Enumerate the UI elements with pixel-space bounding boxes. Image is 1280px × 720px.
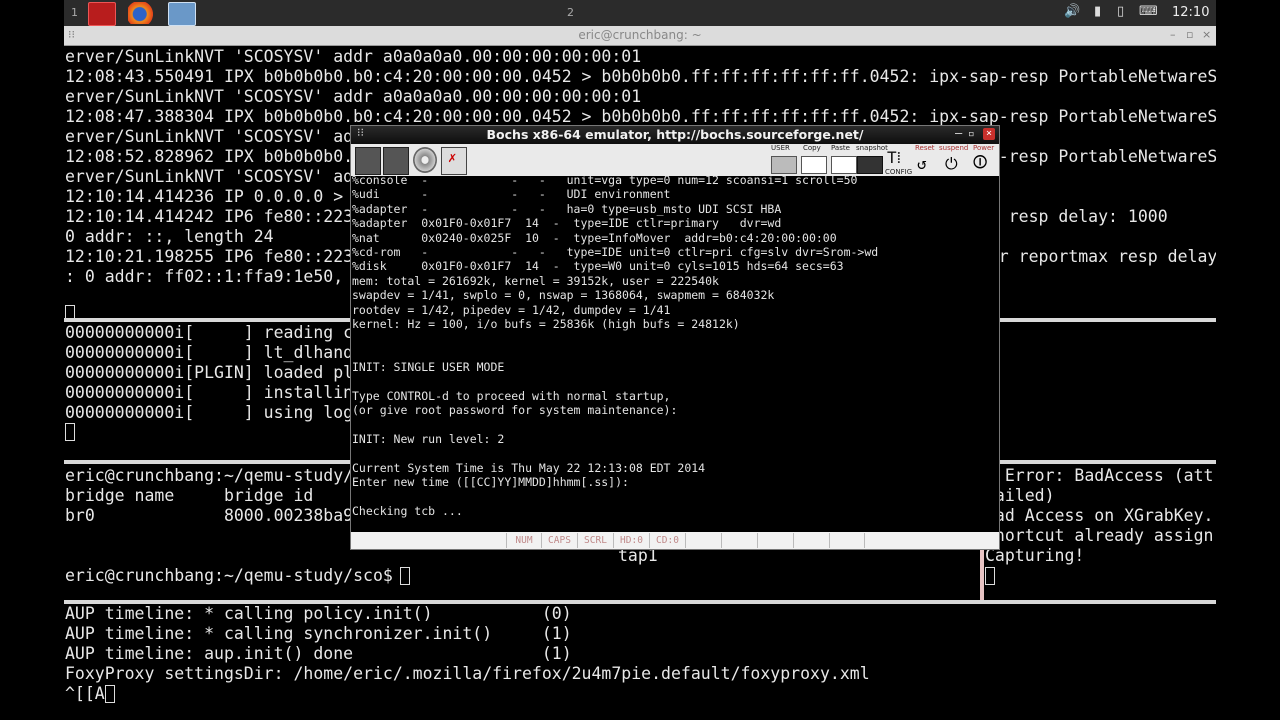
pillarbox-left — [0, 0, 64, 720]
pillarbox-right — [1216, 0, 1280, 720]
text-cursor — [65, 305, 75, 318]
copy-button[interactable] — [801, 156, 827, 174]
terminal-launcher-icon[interactable] — [88, 2, 116, 26]
output-line: AUP timeline: aup.init() done (1) — [65, 644, 572, 663]
workspace-2-label[interactable]: 2 — [567, 6, 574, 19]
vga-line: Checking tcb ... — [352, 504, 463, 519]
bochs-statusbar: NUM CAPS SCRL HD:0 CD:0 — [351, 532, 999, 549]
status-cell — [793, 533, 829, 548]
maximize-button[interactable]: ▫ — [1186, 28, 1193, 41]
copy-label: Copy — [803, 144, 821, 152]
vga-line: %adapter - - - ha=0 type=usb_msto UDI SC… — [352, 201, 782, 216]
output-line: FoxyProxy settingsDir: /home/eric/.mozil… — [65, 664, 870, 683]
vga-line: %adapter 0x01F0-0x01F7 14 - type=IDE ctl… — [352, 216, 782, 231]
text-cursor — [985, 567, 995, 585]
output-line: erver/SunLinkNVT 'SCOSYSV' addr a0a0a0a0… — [65, 87, 642, 106]
firefox-icon[interactable] — [128, 2, 154, 24]
close-button[interactable]: × — [1202, 28, 1211, 41]
output-line: AUP timeline: * calling synchronizer.ini… — [65, 624, 572, 643]
shell-prompt: eric@crunchbang:~/qemu-study/sco$ — [65, 566, 403, 585]
num-lock-indicator: NUM — [506, 533, 541, 548]
output-line: 12:08:43.550491 IPX b0b0b0b0.b0:c4:20:00… — [65, 67, 1216, 86]
status-cell — [721, 533, 757, 548]
paste-label: Paste — [831, 144, 850, 152]
vga-line: swapdev = 1/41, swplo = 0, nswap = 13680… — [352, 288, 775, 303]
reset-label: Reset — [915, 144, 935, 152]
user-label: USER — [771, 144, 790, 152]
close-button[interactable]: × — [983, 128, 995, 140]
maximize-button[interactable]: ▫ — [968, 127, 975, 140]
output-line: AUP timeline: * calling policy.init() (0… — [65, 604, 572, 623]
output-line: 12:08:47.388304 IPX b0b0b0b0.b0:c4:20:00… — [65, 107, 1216, 126]
terminal-title: eric@crunchbang: ~ — [578, 28, 702, 42]
status-cell — [757, 533, 793, 548]
vga-line: rootdev = 1/42, pipedev = 1/42, dumpdev … — [352, 302, 671, 317]
text-cursor — [400, 567, 410, 585]
vga-line: %udi - - - UDI environment — [352, 187, 671, 202]
power-label: Power — [973, 144, 995, 152]
cd0-indicator: CD:0 — [649, 533, 685, 548]
vga-line: kernel: Hz = 100, i/o bufs = 25836k (hig… — [352, 317, 740, 331]
scroll-lock-indicator: SCRL — [577, 533, 613, 548]
caps-lock-indicator: CAPS — [541, 533, 577, 548]
vga-line: INIT: SINGLE USER MODE — [352, 360, 505, 375]
status-cell — [685, 533, 721, 548]
keyboard-icon[interactable]: ⌨ — [1139, 4, 1158, 19]
text-cursor — [65, 423, 75, 441]
snapshot-button[interactable] — [857, 156, 883, 174]
floppy-b-icon[interactable] — [383, 147, 409, 175]
vga-line: %console - - - unit=vga type=0 num=12 sc… — [352, 176, 858, 187]
vga-line: %nat 0x0240-0x025F 10 - type=InfoMover a… — [352, 230, 837, 245]
bochs-title: Bochs x86-64 emulator, http://bochs.sour… — [486, 127, 864, 142]
vga-line: Current System Time is Thu May 22 12:13:… — [352, 461, 706, 475]
file-manager-icon[interactable] — [168, 2, 196, 26]
vga-line: %cd-rom - - - type=IDE unit=0 ctlr=pri c… — [352, 245, 879, 259]
bochs-toolbar: ✗ USER Copy Paste snapshot CONFIG T⁞ Res… — [351, 144, 999, 176]
workspace-1-label[interactable]: 1 — [71, 6, 78, 19]
reset-icon[interactable]: ↺ — [917, 154, 941, 174]
vga-line: %disk 0x01F0-0x01F7 14 - type=W0 unit=0 … — [352, 259, 844, 274]
output-line: Bad Access on XGrabKey. — [985, 506, 1214, 525]
bochs-window[interactable]: ⁝⁝ Bochs x86-64 emulator, http://bochs.s… — [350, 125, 1000, 550]
user-button[interactable] — [771, 156, 797, 174]
volume-icon[interactable]: 🔊 — [1064, 4, 1080, 19]
vga-line: Type CONTROL-d to proceed with normal st… — [352, 389, 671, 403]
terminal-pane-xerror[interactable]: X Error: BadAccess (att failed) Bad Acce… — [984, 464, 1216, 600]
output-line: shortcut already assign — [985, 526, 1214, 545]
vga-line: INIT: New run level: 2 — [352, 432, 505, 447]
output-line: erver/SunLinkNVT 'SCOSYSV' addr a0a0a0a0… — [65, 47, 642, 66]
mouse-icon[interactable]: ✗ — [441, 147, 467, 175]
vga-line: (or give root password for system mainte… — [352, 403, 678, 418]
output-line: X Error: BadAccess (att — [985, 466, 1214, 485]
minimize-button[interactable]: – — [1170, 28, 1176, 41]
text-cursor — [105, 685, 115, 703]
paste-button[interactable] — [831, 156, 857, 174]
terminal-pane-firefox-log[interactable]: AUP timeline: * calling policy.init() (0… — [64, 604, 1216, 720]
cdrom-icon[interactable] — [413, 147, 437, 173]
status-cell — [829, 533, 865, 548]
suspend-icon[interactable]: ⏻ — [945, 154, 969, 174]
bochs-vga-display[interactable]: %console - - - unit=vga type=0 num=12 sc… — [351, 176, 999, 532]
output-line: 0 addr: ::, length 24 — [65, 227, 274, 246]
suspend-label: suspend — [939, 144, 969, 152]
config-button[interactable]: T⁞ — [887, 148, 911, 167]
snapshot-label: snapshot — [856, 144, 888, 152]
hd0-indicator: HD:0 — [613, 533, 649, 548]
clock[interactable]: 12:10 — [1172, 5, 1209, 20]
power-icon[interactable]: ⏼ — [973, 152, 997, 173]
vga-line: mem: total = 261692k, kernel = 39152k, u… — [352, 273, 719, 288]
vga-line: Enter new time ([[CC]YY]MMDD]hhmm[.ss]): — [352, 475, 629, 490]
top-panel: 1 2 🔊 ▮ ▯ ⌨ 12:10 — [64, 0, 1216, 26]
battery-icon[interactable]: ▯ — [1117, 4, 1124, 19]
terminal-titlebar[interactable]: ⁝⁝ eric@crunchbang: ~ – ▫ × — [64, 26, 1216, 46]
config-label: CONFIG — [885, 168, 913, 176]
bochs-titlebar[interactable]: ⁝⁝ Bochs x86-64 emulator, http://bochs.s… — [351, 126, 999, 144]
signal-icon[interactable]: ▮ — [1094, 4, 1101, 19]
minimize-button[interactable]: – — [955, 126, 962, 140]
output-line: ^[[A — [65, 684, 105, 703]
floppy-a-icon[interactable] — [355, 147, 381, 175]
